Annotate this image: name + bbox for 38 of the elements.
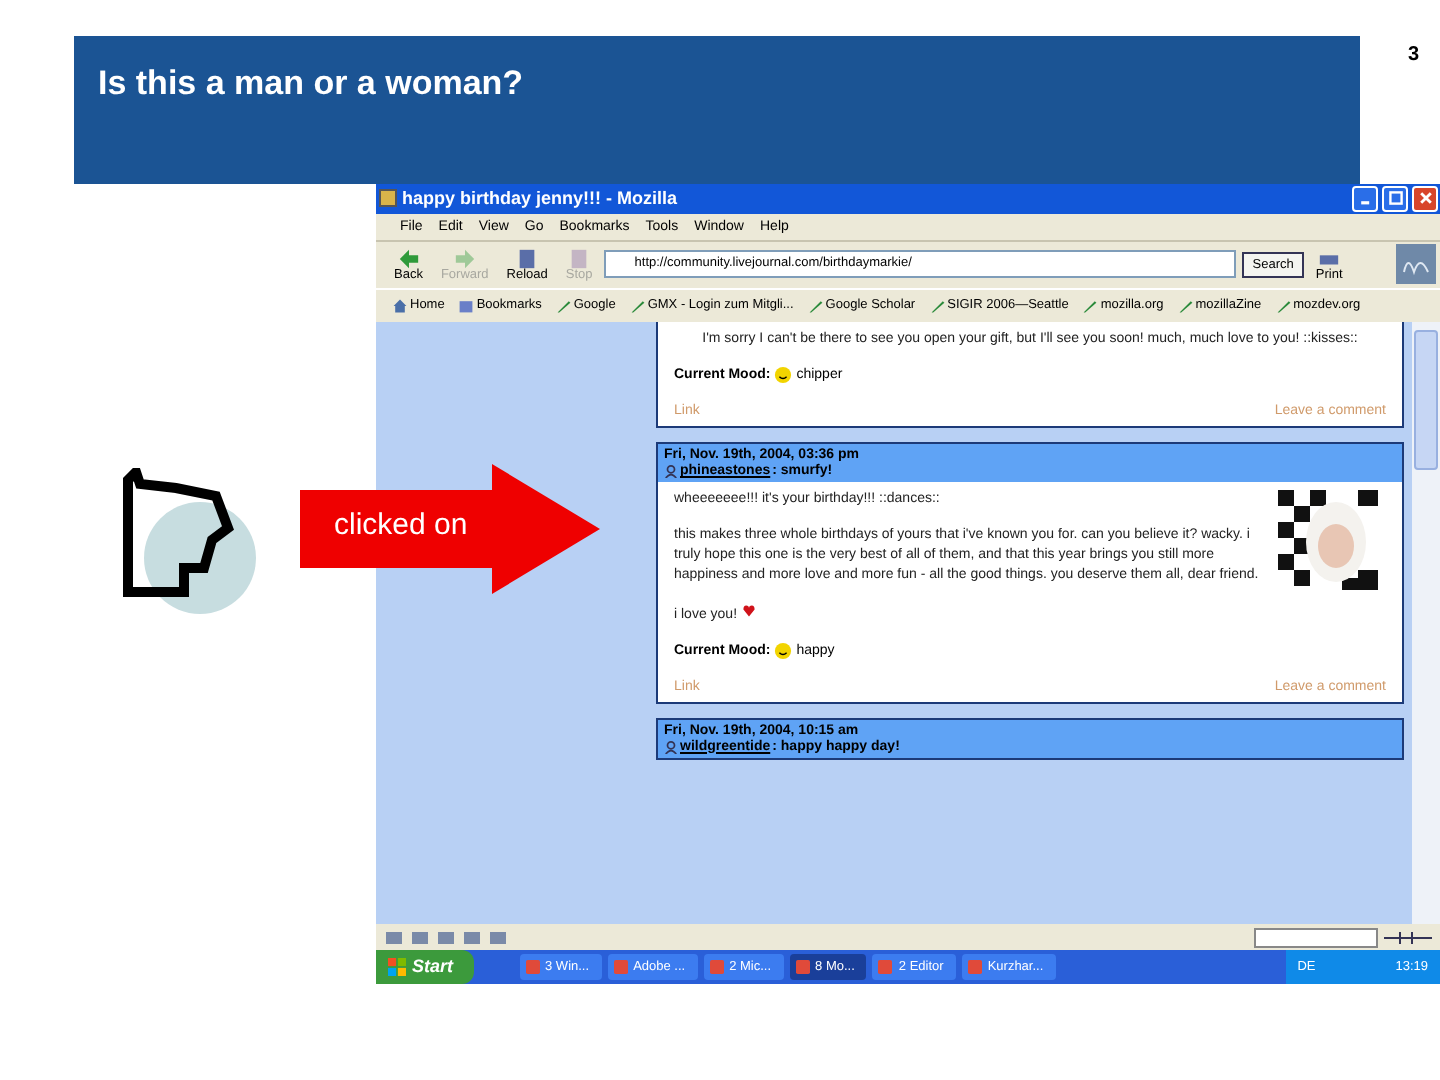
maximize-button[interactable] bbox=[1382, 185, 1408, 212]
bookmark-icon bbox=[555, 297, 572, 314]
throbber-icon bbox=[1396, 244, 1436, 285]
bookmarks-icon bbox=[458, 297, 475, 314]
app-icon bbox=[878, 959, 893, 974]
page-number: 3 bbox=[1408, 44, 1420, 68]
app-icon bbox=[709, 959, 724, 974]
app-icon bbox=[613, 959, 628, 974]
stop-icon bbox=[568, 247, 591, 270]
smiley-icon bbox=[774, 365, 793, 384]
back-arrow-icon bbox=[397, 247, 420, 270]
app-icon bbox=[378, 188, 398, 209]
app-icon bbox=[967, 959, 982, 974]
user-icon bbox=[664, 463, 678, 478]
app-icon bbox=[525, 959, 540, 974]
reload-icon bbox=[516, 247, 539, 270]
close-button[interactable] bbox=[1412, 185, 1438, 212]
search-field[interactable] bbox=[1254, 927, 1378, 947]
close-icon bbox=[1417, 190, 1433, 207]
bookmark-icon bbox=[1275, 297, 1292, 314]
smiley-icon bbox=[774, 641, 793, 660]
slide-title: Is this a man or a woman? bbox=[98, 64, 524, 102]
scrollbar[interactable] bbox=[1412, 321, 1440, 925]
home-icon bbox=[392, 297, 408, 314]
window-title: happy birthday jenny!!! - Mozilla bbox=[402, 188, 678, 209]
bookmark-icon bbox=[1082, 297, 1099, 314]
bookmark-icon bbox=[1177, 297, 1194, 314]
start-button[interactable]: Start bbox=[376, 949, 474, 984]
minimize-button[interactable] bbox=[1352, 185, 1378, 212]
bookmark-icon bbox=[807, 297, 824, 314]
connection-icon bbox=[1384, 929, 1432, 945]
app-icon bbox=[795, 959, 810, 974]
forward-arrow-icon bbox=[453, 247, 476, 270]
bookmark-icon bbox=[629, 297, 646, 314]
maximize-icon bbox=[1387, 190, 1403, 207]
flag-icon bbox=[388, 957, 406, 976]
user-icon bbox=[664, 739, 678, 754]
bookmark-icon bbox=[929, 297, 946, 314]
